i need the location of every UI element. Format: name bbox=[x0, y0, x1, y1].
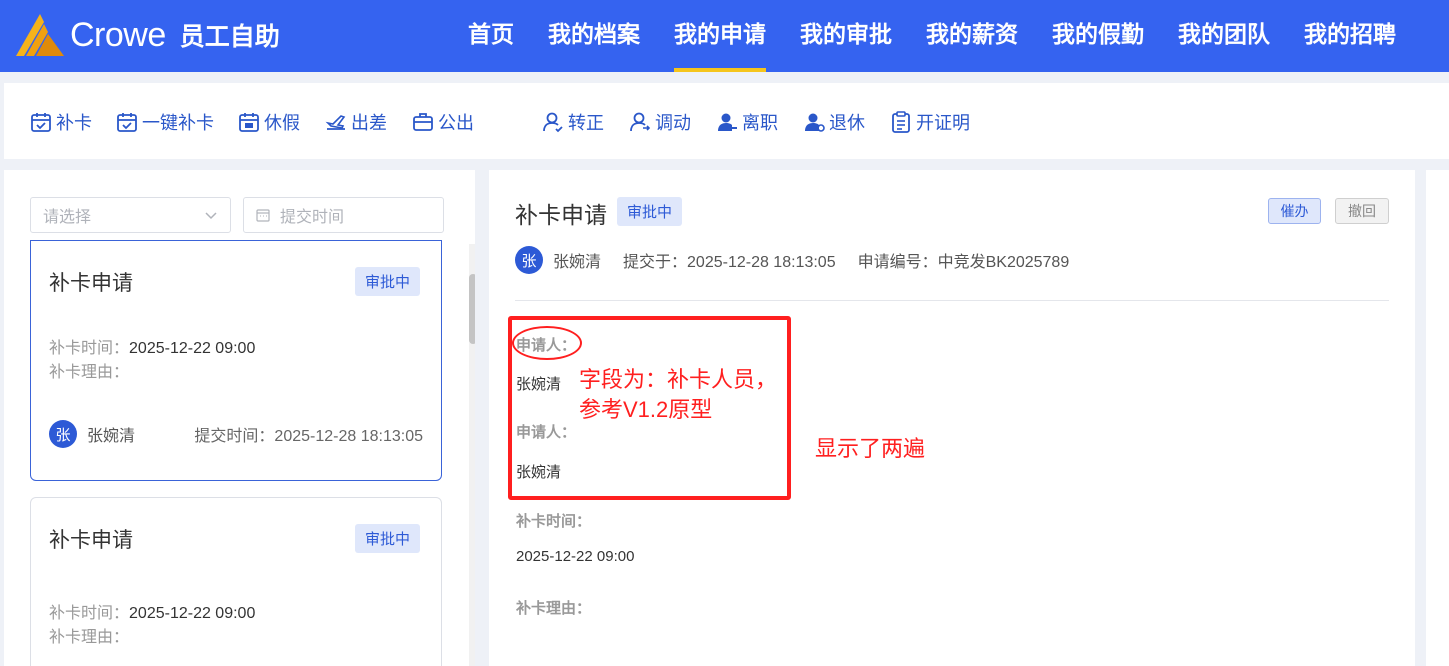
crowe-logo[interactable]: Crowe 员工自助 bbox=[14, 12, 280, 58]
main-nav: 首页 我的档案 我的申请 我的审批 我的薪资 我的假勤 我的团队 我的招聘 bbox=[468, 0, 1430, 72]
detail-status-badge: 审批中 bbox=[617, 197, 683, 226]
withdraw-button[interactable]: 撤回 bbox=[1335, 198, 1389, 224]
field-label-punch-reason: 补卡理由： bbox=[516, 600, 592, 617]
applicant-name: 张婉清 bbox=[553, 254, 602, 271]
punch-reason-row: 补卡理由： bbox=[49, 623, 129, 647]
nav-my-recruiting[interactable]: 我的招聘 bbox=[1304, 0, 1396, 72]
app-name: 员工自助 bbox=[179, 23, 280, 51]
tool-label: 补卡 bbox=[56, 113, 92, 133]
detail-meta: 张 张婉清 提交于：2025-12-28 18:13:05 申请编号：中竞发BK… bbox=[515, 246, 1091, 274]
submit-time: 提交时间：2025-12-28 18:13:05 bbox=[194, 422, 423, 446]
status-badge: 审批中 bbox=[355, 524, 421, 553]
nav-my-approvals[interactable]: 我的审批 bbox=[800, 0, 892, 72]
calendar-icon bbox=[256, 209, 270, 222]
quick-action-toolbar: 补卡 一键补卡 休假 出差 公出 转正 调动 离职 退休 开证明 bbox=[4, 83, 1449, 159]
submit-time-value: 2025-12-28 18:13:05 bbox=[274, 428, 423, 445]
tool-leave[interactable]: 休假 bbox=[238, 109, 300, 135]
type-select[interactable]: 请选择 bbox=[30, 197, 231, 233]
tool-regularization[interactable]: 转正 bbox=[542, 109, 604, 135]
tool-label: 出差 bbox=[351, 113, 387, 133]
nav-my-team[interactable]: 我的团队 bbox=[1178, 0, 1270, 72]
top-header: Crowe 员工自助 首页 我的档案 我的申请 我的审批 我的薪资 我的假勤 我… bbox=[0, 0, 1449, 72]
submit-date-picker[interactable]: 提交时间 bbox=[243, 197, 444, 233]
annotation-note-line1: 字段为：补卡人员， bbox=[579, 367, 778, 392]
nav-my-salary[interactable]: 我的薪资 bbox=[926, 0, 1018, 72]
tool-label: 退休 bbox=[829, 113, 865, 133]
annotation-ellipse bbox=[512, 326, 582, 360]
tool-label: 一键补卡 bbox=[142, 113, 214, 133]
submit-time-label: 提交时间： bbox=[194, 428, 275, 445]
punch-time-value: 2025-12-22 09:00 bbox=[129, 340, 256, 357]
user-retire-icon bbox=[805, 113, 825, 132]
punch-time-value: 2025-12-22 09:00 bbox=[129, 605, 256, 622]
field-label-punch-time: 补卡时间： bbox=[516, 513, 592, 530]
nav-home[interactable]: 首页 bbox=[468, 0, 514, 72]
application-list-panel: 请选择 提交时间 补卡申请 审批中 补卡时间：2025-12-22 09:00 … bbox=[4, 170, 475, 666]
logo-text: Crowe bbox=[70, 15, 166, 54]
user-leave-icon bbox=[718, 113, 737, 131]
chevron-down-icon bbox=[205, 212, 217, 220]
nav-my-profile[interactable]: 我的档案 bbox=[548, 0, 640, 72]
tool-official-outing[interactable]: 公出 bbox=[412, 109, 474, 135]
submitted-at: 提交于：2025-12-28 18:13:05 bbox=[623, 254, 836, 271]
side-panel-edge bbox=[1426, 170, 1449, 666]
tool-one-click-punch-fix[interactable]: 一键补卡 bbox=[116, 109, 214, 135]
tool-business-trip[interactable]: 出差 bbox=[325, 109, 387, 135]
nav-my-attendance[interactable]: 我的假勤 bbox=[1052, 0, 1144, 72]
plane-icon bbox=[325, 115, 346, 130]
calendar-check-icon bbox=[31, 113, 51, 132]
calendar-check-icon bbox=[117, 113, 137, 132]
crowe-logo-icon bbox=[16, 14, 64, 56]
briefcase-icon bbox=[413, 113, 433, 131]
tool-label: 转正 bbox=[568, 113, 604, 133]
tool-label: 调动 bbox=[655, 113, 691, 133]
annotation-note-duplicate: 显示了两遍 bbox=[815, 436, 926, 461]
punch-time-row: 补卡时间：2025-12-22 09:00 bbox=[49, 599, 255, 623]
tool-punch-fix[interactable]: 补卡 bbox=[30, 109, 92, 135]
tool-transfer[interactable]: 调动 bbox=[629, 109, 691, 135]
applicant-name: 张婉清 bbox=[87, 428, 136, 445]
application-card[interactable]: 补卡申请 审批中 补卡时间：2025-12-22 09:00 补卡理由： bbox=[30, 497, 442, 666]
detail-title: 补卡申请 bbox=[515, 202, 607, 228]
tool-label: 休假 bbox=[264, 113, 300, 133]
divider bbox=[515, 300, 1389, 301]
punch-time-label: 补卡时间： bbox=[49, 340, 130, 357]
list-scrollbar-thumb[interactable] bbox=[469, 274, 475, 344]
tool-resignation[interactable]: 离职 bbox=[716, 109, 778, 135]
urge-button[interactable]: 催办 bbox=[1268, 198, 1321, 224]
submit-date-placeholder: 提交时间 bbox=[280, 209, 345, 226]
clipboard-icon bbox=[892, 111, 910, 133]
type-select-placeholder: 请选择 bbox=[43, 209, 92, 226]
card-title: 补卡申请 bbox=[49, 529, 133, 552]
card-title: 补卡申请 bbox=[49, 272, 133, 295]
punch-reason-row: 补卡理由： bbox=[49, 358, 129, 382]
calendar-leave-icon bbox=[239, 113, 259, 132]
tool-retirement[interactable]: 退休 bbox=[803, 109, 865, 135]
punch-reason-label: 补卡理由： bbox=[49, 629, 130, 646]
nav-my-applications[interactable]: 我的申请 bbox=[674, 0, 766, 72]
punch-reason-label: 补卡理由： bbox=[49, 364, 130, 381]
tool-certificate[interactable]: 开证明 bbox=[890, 109, 970, 135]
status-badge: 审批中 bbox=[355, 267, 421, 296]
user-check-icon bbox=[543, 112, 563, 133]
annotation-note-line2: 参考V1.2原型 bbox=[579, 397, 713, 422]
tool-label: 离职 bbox=[742, 113, 778, 133]
punch-time-row: 补卡时间：2025-12-22 09:00 bbox=[49, 334, 255, 358]
card-footer: 张 张婉清 提交时间：2025-12-28 18:13:05 bbox=[49, 420, 423, 448]
tool-label: 开证明 bbox=[916, 113, 970, 133]
application-number: 申请编号：中竞发BK2025789 bbox=[857, 254, 1070, 271]
punch-time-label: 补卡时间： bbox=[49, 605, 130, 622]
field-value-punch-time: 2025-12-22 09:00 bbox=[516, 548, 635, 565]
application-card[interactable]: 补卡申请 审批中 补卡时间：2025-12-22 09:00 补卡理由： 张 张… bbox=[30, 240, 442, 481]
avatar: 张 bbox=[49, 420, 77, 448]
user-transfer-icon bbox=[630, 112, 651, 132]
tool-label: 公出 bbox=[438, 113, 474, 133]
avatar: 张 bbox=[515, 246, 543, 274]
